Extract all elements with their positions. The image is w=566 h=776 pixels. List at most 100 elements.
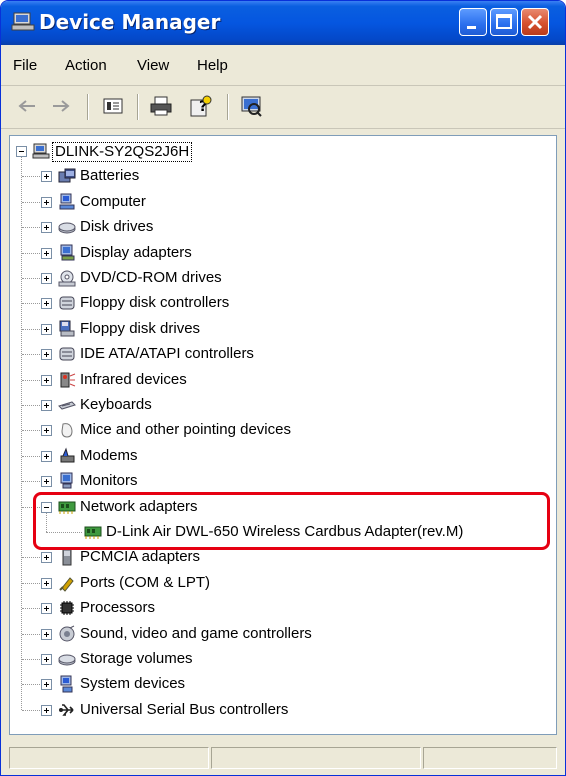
category-label[interactable]: Monitors xyxy=(80,472,138,490)
category-label[interactable]: Disk drives xyxy=(80,218,153,236)
close-button[interactable] xyxy=(521,8,549,36)
menu-action[interactable]: Action xyxy=(65,57,107,74)
system-device-icon xyxy=(60,675,73,693)
expand-toggle-3[interactable] xyxy=(41,222,52,234)
expand-toggle-6[interactable] xyxy=(41,298,52,310)
maximize-icon xyxy=(496,14,512,29)
status-pane xyxy=(211,747,421,769)
device-manager-icon xyxy=(11,12,35,31)
category-label[interactable]: PCMCIA adapters xyxy=(80,548,200,566)
scan-hardware-icon xyxy=(241,96,262,117)
port-icon xyxy=(59,577,74,592)
title-bar[interactable]: Device Manager xyxy=(1,1,565,45)
category-label[interactable]: DVD/CD-ROM drives xyxy=(80,269,222,287)
battery-icon xyxy=(58,168,76,183)
dvd-drive-icon xyxy=(58,270,76,287)
expand-toggle-5[interactable] xyxy=(41,273,52,284)
computer-icon xyxy=(59,193,75,210)
status-pane xyxy=(9,747,209,769)
category-label[interactable]: Computer xyxy=(80,193,146,211)
toolbar-separator xyxy=(227,94,229,120)
category-label[interactable]: IDE ATA/ATAPI controllers xyxy=(80,345,254,363)
floppy-drive-icon xyxy=(59,320,75,337)
properties-button[interactable] xyxy=(99,92,127,120)
processor-icon xyxy=(60,601,74,616)
properties-icon xyxy=(103,98,123,114)
expand-toggle-13[interactable] xyxy=(41,476,52,488)
pcmcia-icon xyxy=(62,548,72,566)
category-label[interactable]: Sound, video and game controllers xyxy=(80,625,312,643)
category-label[interactable]: Floppy disk controllers xyxy=(80,294,229,312)
maximize-button[interactable] xyxy=(490,8,518,36)
keyboard-icon xyxy=(58,401,76,410)
toolbar: ? xyxy=(1,86,565,129)
category-label[interactable]: Batteries xyxy=(80,167,139,185)
status-bar xyxy=(1,741,565,775)
expand-toggle-8[interactable] xyxy=(41,349,52,361)
expand-toggle-16[interactable] xyxy=(41,577,52,589)
category-label[interactable]: Processors xyxy=(80,599,155,617)
expand-toggle-4[interactable] xyxy=(41,247,52,259)
status-pane xyxy=(423,747,557,769)
back-button[interactable] xyxy=(13,92,41,120)
tree-connector xyxy=(21,157,22,710)
expand-toggle-20[interactable] xyxy=(41,679,52,691)
print-button[interactable] xyxy=(147,92,175,120)
forward-arrow-icon xyxy=(53,100,70,112)
scan-hardware-button[interactable] xyxy=(237,92,265,120)
expand-toggle-11[interactable] xyxy=(41,425,52,437)
menu-view[interactable]: View xyxy=(137,57,169,74)
expand-toggle-1[interactable] xyxy=(41,171,52,183)
category-label[interactable]: Modems xyxy=(80,447,138,465)
back-arrow-icon xyxy=(18,100,35,112)
computer-root xyxy=(32,143,50,159)
category-label[interactable]: Ports (COM & LPT) xyxy=(80,574,210,592)
expand-toggle-2[interactable] xyxy=(41,196,52,208)
minimize-icon xyxy=(467,26,476,29)
monitor-icon xyxy=(60,472,73,489)
help-icon: ? xyxy=(190,95,212,117)
expand-toggle-12[interactable] xyxy=(41,450,52,462)
category-label[interactable]: Display adapters xyxy=(80,244,192,262)
storage-volume-icon xyxy=(58,654,76,666)
expand-toggle-15[interactable] xyxy=(41,552,52,564)
help-button[interactable]: ? xyxy=(187,92,215,120)
window-title: Device Manager xyxy=(39,10,221,34)
display-adapter-icon xyxy=(60,244,75,261)
print-icon xyxy=(150,96,172,116)
menu-bar: File Action View Help xyxy=(1,45,565,86)
category-label[interactable]: Storage volumes xyxy=(80,650,193,668)
category-label[interactable]: Universal Serial Bus controllers xyxy=(80,701,288,719)
forward-button[interactable] xyxy=(47,92,75,120)
device-tree[interactable]: DLINK-SY2QS2J6H Batteries Computer Disk dri… xyxy=(9,135,557,735)
menu-file[interactable]: File xyxy=(13,57,37,74)
usb-icon xyxy=(59,703,74,716)
tree-root-label[interactable]: DLINK-SY2QS2J6H xyxy=(52,142,193,162)
expand-toggle-7[interactable] xyxy=(41,323,52,335)
expand-toggle-9[interactable] xyxy=(41,374,52,386)
category-label[interactable]: Keyboards xyxy=(80,396,152,414)
expand-toggle-18[interactable] xyxy=(41,628,52,640)
floppy-controller-icon xyxy=(59,296,75,310)
highlight-annotation xyxy=(33,492,550,550)
mouse-icon xyxy=(61,423,73,438)
menu-help[interactable]: Help xyxy=(197,57,228,74)
sound-icon xyxy=(59,625,75,642)
ide-controller-icon xyxy=(59,347,75,361)
infrared-icon xyxy=(60,372,76,388)
toolbar-separator xyxy=(87,94,89,120)
device-manager-window: Device Manager File Action View Help ? D… xyxy=(0,0,566,776)
expand-toggle-19[interactable] xyxy=(41,654,52,665)
toolbar-separator xyxy=(137,94,139,120)
category-label[interactable]: System devices xyxy=(80,675,185,693)
category-label[interactable]: Infrared devices xyxy=(80,371,187,389)
expand-toggle-21[interactable] xyxy=(41,704,52,716)
minimize-button[interactable] xyxy=(459,8,487,36)
expand-toggle-17[interactable] xyxy=(41,603,52,615)
root-collapse-toggle[interactable] xyxy=(16,146,27,157)
category-label[interactable]: Mice and other pointing devices xyxy=(80,421,291,439)
close-icon xyxy=(527,14,543,30)
modem-icon xyxy=(60,447,75,463)
category-label[interactable]: Floppy disk drives xyxy=(80,320,200,338)
expand-toggle-10[interactable] xyxy=(41,400,52,411)
